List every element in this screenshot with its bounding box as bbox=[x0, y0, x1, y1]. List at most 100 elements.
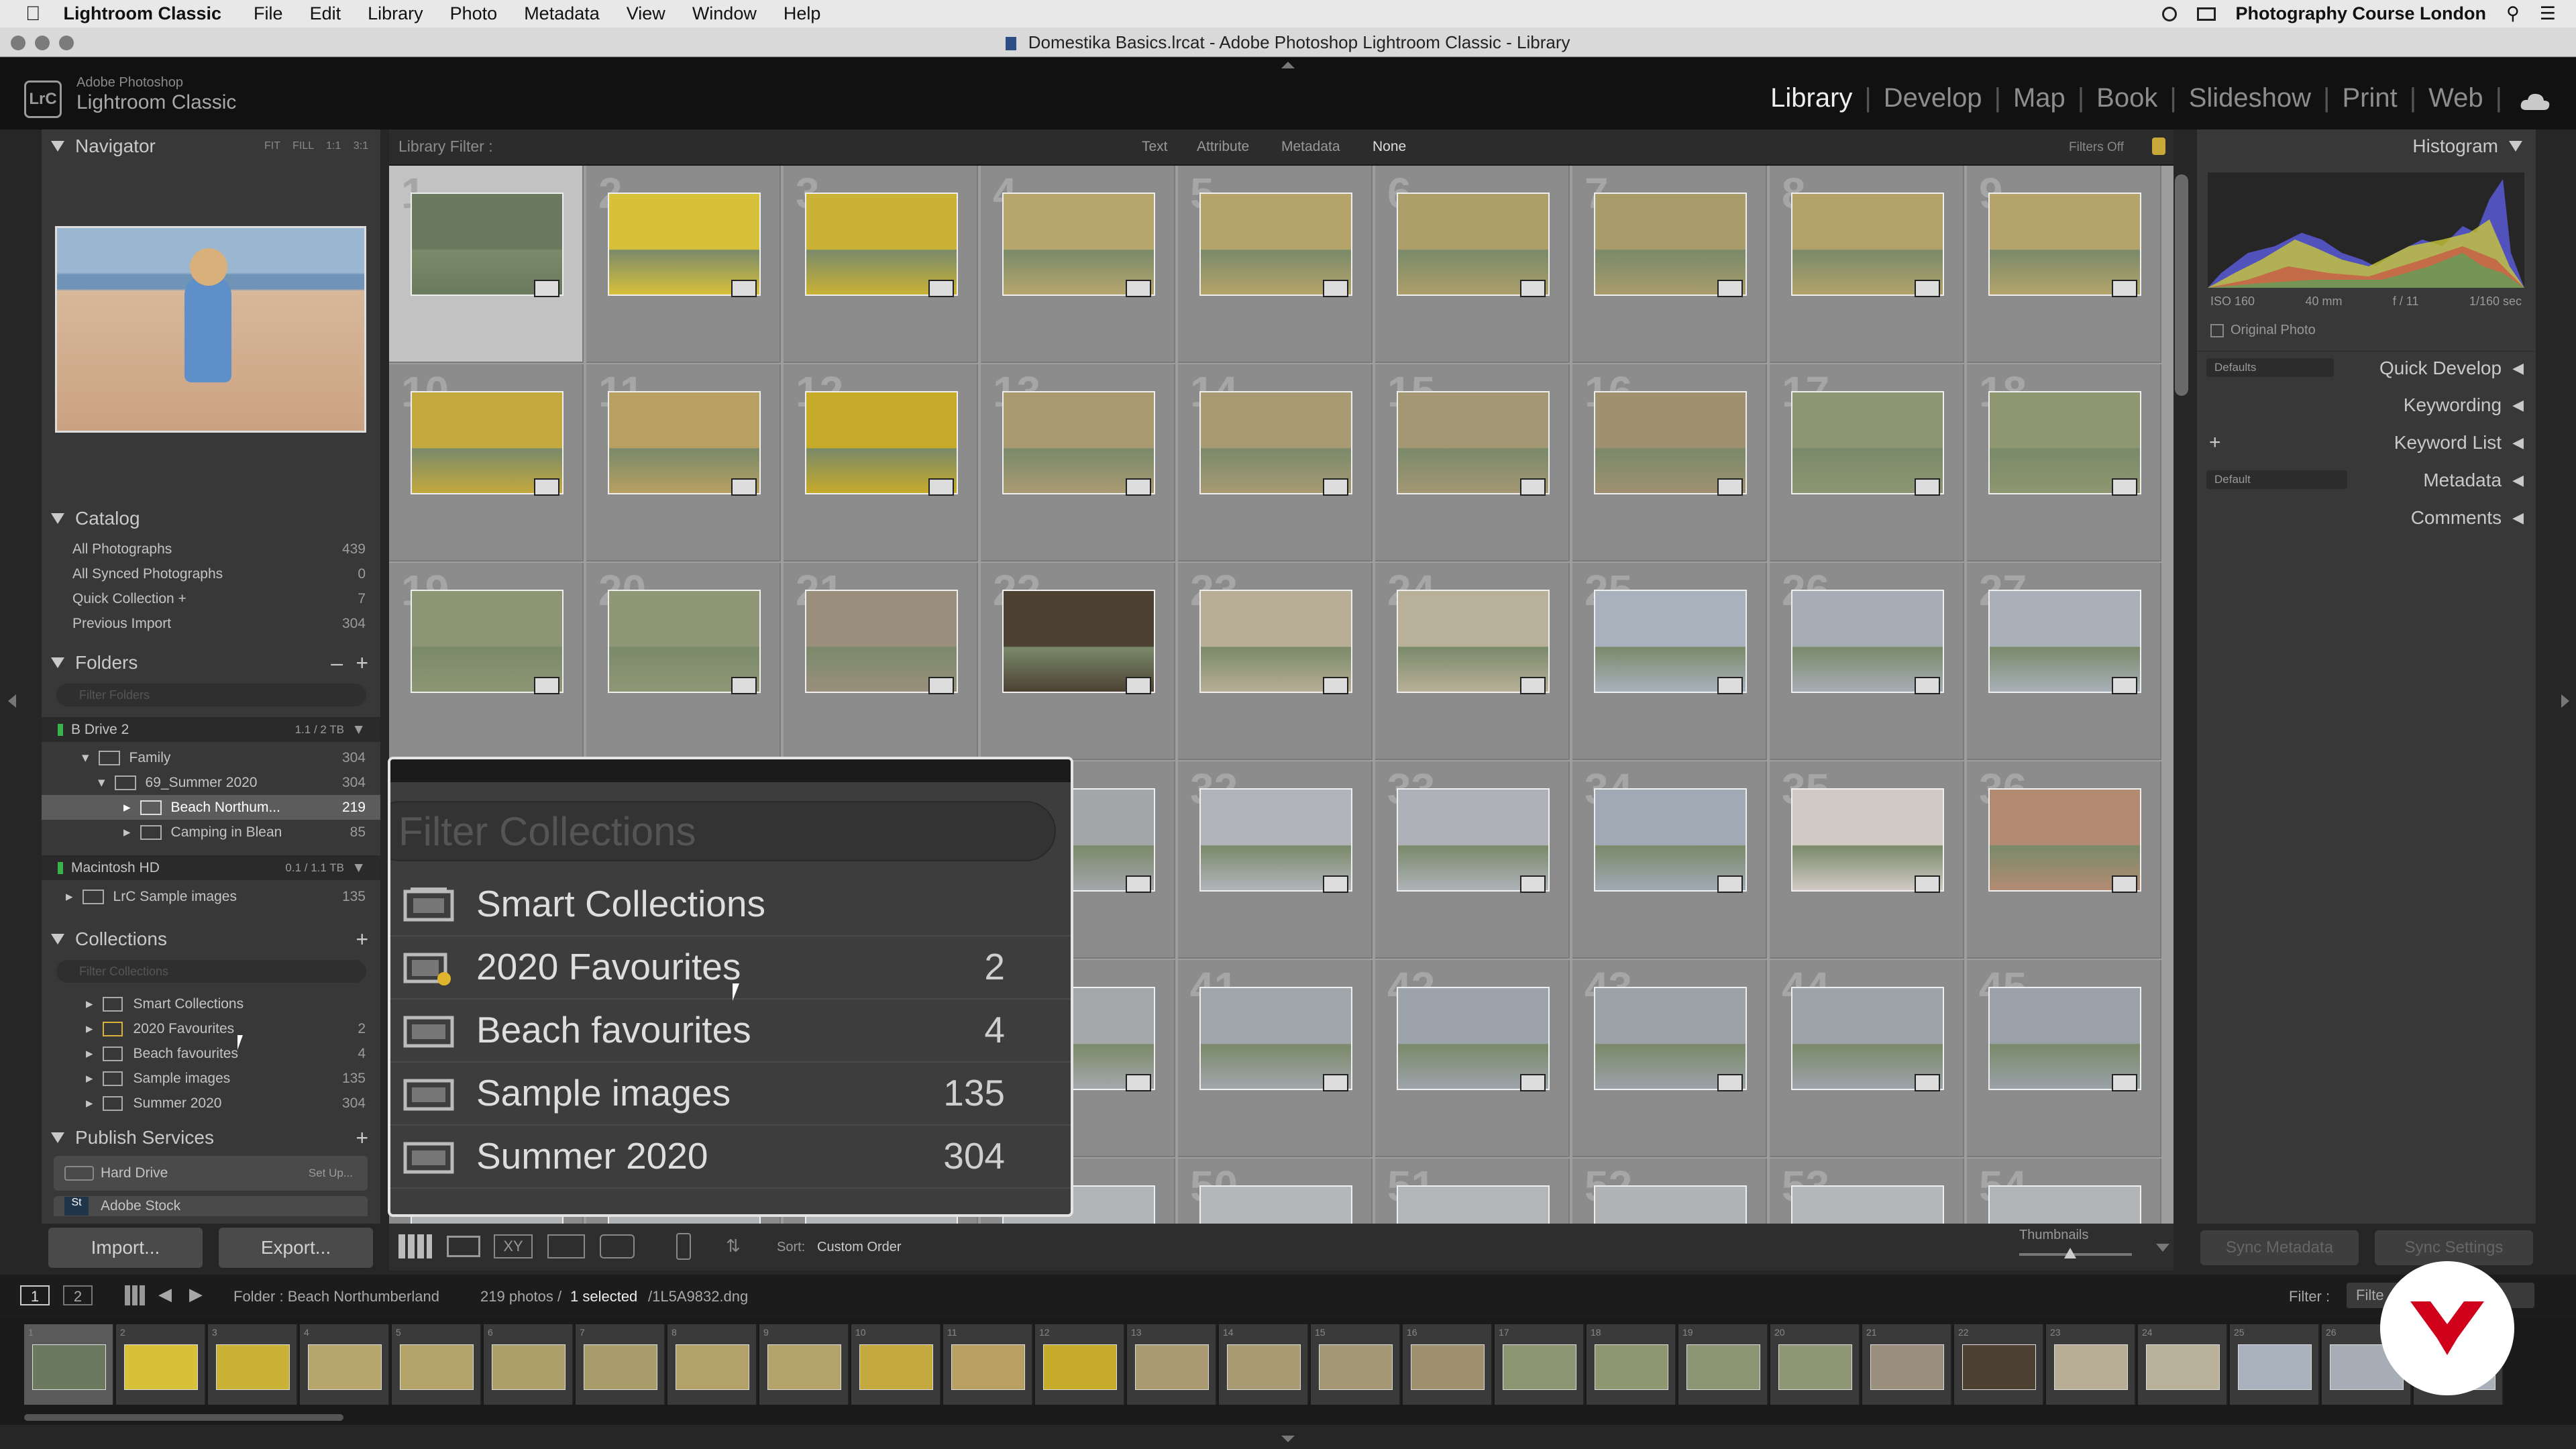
thumbnail-badge-icon[interactable] bbox=[1915, 478, 1940, 496]
thumbnail-badge-icon[interactable] bbox=[1323, 1074, 1348, 1091]
filmstrip-cell[interactable]: 16 bbox=[1403, 1324, 1493, 1405]
people-view-icon[interactable] bbox=[600, 1234, 635, 1258]
thumbnail-badge-icon[interactable] bbox=[1915, 677, 1940, 694]
grid-cell[interactable]: 50 bbox=[1178, 1159, 1373, 1224]
filter-collections-input[interactable]: Filter Collections bbox=[56, 960, 366, 983]
filmstrip-cell[interactable]: 5 bbox=[392, 1324, 482, 1405]
thumbnail-badge-icon[interactable] bbox=[2112, 875, 2137, 893]
filmstrip-cell[interactable]: 20 bbox=[1770, 1324, 1860, 1405]
folder-row-selected[interactable]: ▸ Beach Northum... 219 bbox=[42, 795, 380, 820]
filmstrip-thumbnail[interactable] bbox=[676, 1344, 749, 1390]
folder-row[interactable]: ▸ Camping in Blean 85 bbox=[42, 820, 380, 845]
collection-row[interactable]: ▸ Beach favourites 4 bbox=[42, 1041, 380, 1066]
sync-metadata-button[interactable]: Sync Metadata bbox=[2200, 1230, 2359, 1265]
catalog-item[interactable]: Previous Import 304 bbox=[42, 611, 380, 636]
module-develop[interactable]: Develop bbox=[1872, 83, 1994, 113]
grid-cell[interactable]: 33 bbox=[1375, 761, 1570, 959]
filter-tab-attribute[interactable]: Attribute bbox=[1197, 139, 1249, 155]
filter-tab-none[interactable]: None bbox=[1373, 139, 1406, 155]
collection-row[interactable]: ▸ Smart Collections bbox=[42, 991, 380, 1016]
secondary-window-button[interactable]: 2 bbox=[63, 1285, 93, 1305]
left-panel-toggle-icon[interactable] bbox=[8, 694, 16, 708]
filmstrip-thumbnail[interactable] bbox=[1227, 1344, 1301, 1390]
add-keyword-button[interactable]: + bbox=[2209, 431, 2221, 454]
thumbnail-badge-icon[interactable] bbox=[1323, 875, 1348, 893]
add-collection-button[interactable]: + bbox=[356, 927, 368, 952]
filmstrip-thumbnail[interactable] bbox=[1043, 1344, 1117, 1390]
grid-view-icon[interactable] bbox=[398, 1234, 432, 1258]
folder-row[interactable]: ▾ 69_Summer 2020 304 bbox=[42, 770, 380, 795]
grid-cell[interactable]: 22 bbox=[981, 563, 1175, 760]
selected-file[interactable]: /1L5A9832.dng bbox=[648, 1288, 748, 1305]
thumbnail-slider-knob[interactable] bbox=[2063, 1248, 2076, 1258]
grid-cell[interactable]: 45 bbox=[1967, 960, 2161, 1157]
grid-cell[interactable]: 53 bbox=[1770, 1159, 1964, 1224]
catalog-item[interactable]: All Synced Photographs 0 bbox=[42, 561, 380, 586]
module-book[interactable]: Book bbox=[2084, 83, 2169, 113]
thumbnail-badge-icon[interactable] bbox=[1126, 280, 1151, 297]
grid-cell[interactable]: 44 bbox=[1770, 960, 1964, 1157]
window-close-button[interactable] bbox=[11, 36, 25, 50]
filmstrip-cell[interactable]: 6 bbox=[484, 1324, 574, 1405]
thumbnail-badge-icon[interactable] bbox=[1717, 1074, 1743, 1091]
grid-cell[interactable]: 25 bbox=[1572, 563, 1767, 760]
screen-icon[interactable] bbox=[2196, 7, 2216, 21]
thumbnail-badge-icon[interactable] bbox=[1717, 677, 1743, 694]
filmstrip-thumbnail[interactable] bbox=[767, 1344, 841, 1390]
filmstrip-thumbnail[interactable] bbox=[216, 1344, 290, 1390]
metadata-header[interactable]: Default Metadata ◀ bbox=[2197, 464, 2536, 497]
filmstrip-cell[interactable]: 10 bbox=[851, 1324, 941, 1405]
filmstrip-thumbnail[interactable] bbox=[1595, 1344, 1668, 1390]
filmstrip-thumbnail[interactable] bbox=[2146, 1344, 2220, 1390]
popover-collection-row[interactable]: 2020 Favourites 2 bbox=[390, 935, 1071, 1000]
grid-cell[interactable]: 13 bbox=[981, 364, 1175, 561]
publish-hard-drive[interactable]: Hard Drive Set Up... bbox=[54, 1156, 368, 1191]
filmstrip-thumbnail[interactable] bbox=[859, 1344, 933, 1390]
primary-window-button[interactable]: 1 bbox=[20, 1285, 50, 1305]
menu-view[interactable]: View bbox=[627, 3, 665, 24]
sort-dropdown[interactable]: Custom Order bbox=[817, 1240, 902, 1255]
photo-thumbnail[interactable] bbox=[1791, 1185, 1944, 1224]
filmstrip-thumbnail[interactable] bbox=[1870, 1344, 1944, 1390]
volume-macintosh-hd[interactable]: Macintosh HD 0.1 / 1.1 TB ▼ bbox=[42, 855, 380, 880]
thumbnail-badge-icon[interactable] bbox=[1717, 478, 1743, 496]
thumbnail-badge-icon[interactable] bbox=[928, 280, 954, 297]
grid-cell[interactable]: 17 bbox=[1770, 364, 1964, 561]
thumbnail-badge-icon[interactable] bbox=[1520, 1074, 1546, 1091]
collapse-triangle-icon[interactable] bbox=[51, 141, 64, 152]
grid-cell[interactable]: 32 bbox=[1178, 761, 1373, 959]
thumbnail-badge-icon[interactable] bbox=[1126, 478, 1151, 496]
filmstrip-thumbnail[interactable] bbox=[1962, 1344, 2036, 1390]
filmstrip-cell[interactable]: 22 bbox=[1954, 1324, 2044, 1405]
loupe-view-icon[interactable] bbox=[447, 1236, 480, 1257]
menubar-right-text[interactable]: Photography Course London bbox=[2236, 3, 2486, 24]
grid-cell[interactable]: 8 bbox=[1770, 166, 1964, 363]
catalog-item[interactable]: All Photographs 439 bbox=[42, 537, 380, 561]
collection-row[interactable]: ▸ 2020 Favourites 2 bbox=[42, 1016, 380, 1041]
filmstrip-cell[interactable]: 12 bbox=[1035, 1324, 1125, 1405]
menu-library[interactable]: Library bbox=[368, 3, 423, 24]
window-zoom-button[interactable] bbox=[59, 36, 74, 50]
grid-cell[interactable]: 19 bbox=[389, 563, 584, 760]
thumbnail-badge-icon[interactable] bbox=[1520, 677, 1546, 694]
grid-cell[interactable]: 3 bbox=[784, 166, 978, 363]
grid-cell[interactable]: 26 bbox=[1770, 563, 1964, 760]
thumbnail-badge-icon[interactable] bbox=[1915, 875, 1940, 893]
thumbnail-badge-icon[interactable] bbox=[731, 677, 757, 694]
filmstrip-cell[interactable]: 7 bbox=[576, 1324, 665, 1405]
photo-thumbnail[interactable] bbox=[1988, 1185, 2141, 1224]
menu-edit[interactable]: Edit bbox=[310, 3, 341, 24]
grid-cell[interactable]: 4 bbox=[981, 166, 1175, 363]
thumbnail-badge-icon[interactable] bbox=[731, 280, 757, 297]
popover-collection-row[interactable]: Smart Collections bbox=[390, 872, 1071, 936]
apple-icon[interactable]:  bbox=[25, 3, 41, 25]
metadata-preset[interactable]: Default bbox=[2206, 470, 2347, 489]
popover-collection-row[interactable]: Sample images 135 bbox=[390, 1061, 1071, 1126]
thumbnail-badge-icon[interactable] bbox=[2112, 478, 2137, 496]
filmstrip-thumbnail[interactable] bbox=[492, 1344, 566, 1390]
grid-scrollbar[interactable] bbox=[2175, 174, 2188, 396]
folder-row[interactable]: ▸ LrC Sample images 135 bbox=[42, 884, 380, 909]
navigator-preview[interactable] bbox=[55, 226, 366, 433]
sort-direction-icon[interactable]: ⇅ bbox=[726, 1236, 741, 1256]
filters-off-dropdown[interactable]: Filters Off bbox=[2069, 140, 2124, 155]
